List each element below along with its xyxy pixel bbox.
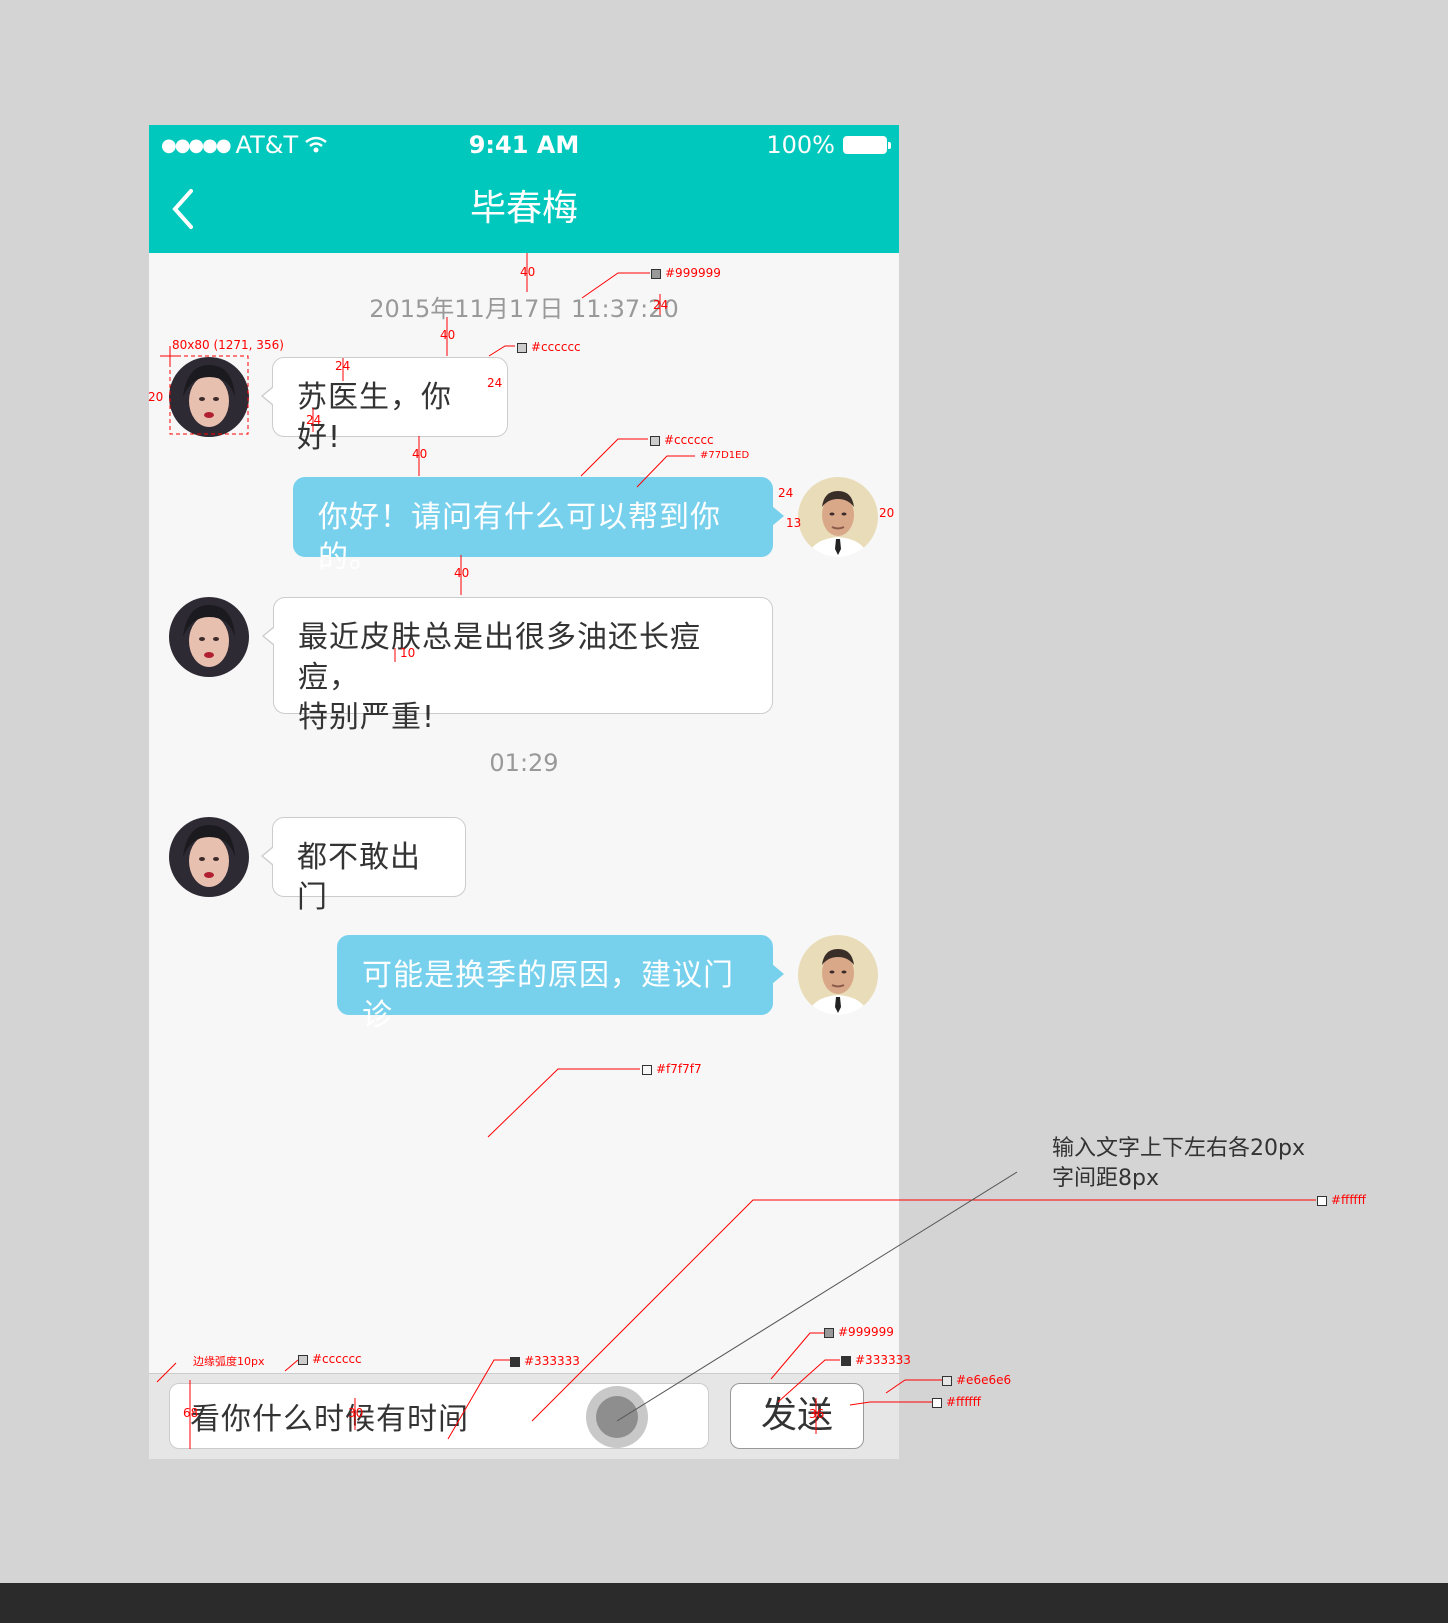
annotation-label: 68 xyxy=(183,1406,199,1420)
annotation-label: 80x80 (1271, 356) xyxy=(172,338,284,352)
color-swatch xyxy=(298,1354,308,1365)
annotation-label: 36 xyxy=(809,1407,825,1421)
status-bar: ●●●●● AT&T 9:41 AM 100% xyxy=(149,125,899,165)
annotation-label: 20 xyxy=(879,506,895,520)
annotation-label: 10 xyxy=(400,646,416,660)
message-bubble-incoming[interactable]: 都不敢出门 xyxy=(261,817,466,915)
battery-percent: 100% xyxy=(766,131,835,159)
color-swatch xyxy=(517,342,527,353)
annotation-label: #cccccc xyxy=(650,433,714,447)
annotation-label: #ffffff xyxy=(932,1395,981,1409)
annotation-note: 输入文字上下左右各20px 字间距8px xyxy=(1052,1134,1305,1194)
message-text-line: 最近皮肤总是出很多油还长痘痘， xyxy=(298,620,701,695)
annotation-label: #999999 xyxy=(651,266,721,280)
patient-avatar[interactable] xyxy=(169,817,249,897)
annotation-label: 40 xyxy=(454,566,470,580)
timestamp: 2015年11月17日 11:37:20 xyxy=(369,295,679,323)
color-swatch xyxy=(824,1327,834,1338)
annotation-label: #999999 xyxy=(824,1325,894,1339)
voice-record-button[interactable] xyxy=(586,1386,648,1448)
annotation-label: 24 xyxy=(653,298,669,312)
annotation-label: 24 xyxy=(778,486,794,500)
message-text: 你好！请问有什么可以帮到你的。 xyxy=(318,500,721,575)
annotation-note-line: 字间距8px xyxy=(1052,1166,1159,1191)
annotation-label: 24 xyxy=(306,413,322,427)
annotation-label: #e6e6e6 xyxy=(942,1373,1011,1387)
message-bubble-incoming[interactable]: 最近皮肤总是出很多油还长痘痘， 特别严重! xyxy=(262,597,773,735)
annotation-label: 40 xyxy=(440,328,456,342)
color-swatch xyxy=(942,1375,952,1386)
patient-avatar[interactable] xyxy=(169,597,249,677)
timestamp: 01:29 xyxy=(489,749,559,777)
annotation-label: 13 xyxy=(786,516,802,530)
message-text: 都不敢出门 xyxy=(297,840,421,915)
annotation-label: 40 xyxy=(412,447,428,461)
annotation-label: #ffffff xyxy=(1317,1193,1366,1207)
annotation-label: #77D1ED xyxy=(700,450,750,461)
annotation-label: #cccccc xyxy=(298,1352,362,1366)
color-swatch xyxy=(650,435,660,446)
color-swatch xyxy=(510,1356,520,1367)
input-bar: 发送 xyxy=(149,1373,899,1459)
contact-name-title: 毕春梅 xyxy=(469,188,578,229)
color-swatch xyxy=(1317,1195,1327,1206)
message-bubble-outgoing[interactable]: 可能是换季的原因，建议门诊 xyxy=(337,935,784,1033)
color-swatch xyxy=(841,1355,851,1366)
battery-icon xyxy=(843,136,891,154)
message-text: 可能是换季的原因，建议门诊 xyxy=(362,958,734,1033)
doctor-avatar[interactable] xyxy=(798,477,878,557)
microphone-dot-icon xyxy=(596,1396,638,1438)
send-button[interactable]: 发送 xyxy=(730,1383,864,1449)
annotation-label: 20 xyxy=(148,390,164,404)
bottom-dark-bar xyxy=(0,1583,1448,1623)
message-text-line: 特别严重! xyxy=(298,700,436,735)
annotation-label: 40 xyxy=(520,265,536,279)
doctor-avatar[interactable] xyxy=(798,935,878,1015)
color-swatch xyxy=(932,1397,942,1408)
annotation-label: #cccccc xyxy=(517,340,581,354)
annotation-label: 24 xyxy=(335,359,351,373)
message-bubble-outgoing[interactable]: 你好！请问有什么可以帮到你的。 xyxy=(293,477,784,575)
annotation-label: #f7f7f7 xyxy=(642,1062,702,1076)
annotation-label: 30 xyxy=(348,1406,364,1420)
annotation-label: #333333 xyxy=(841,1353,911,1367)
nav-bar: 毕春梅 xyxy=(149,165,899,253)
annotation-label: #333333 xyxy=(510,1354,580,1368)
color-swatch xyxy=(642,1064,652,1075)
annotation-label: 边缘弧度10px xyxy=(193,1355,265,1368)
phone-screen: ●●●●● AT&T 9:41 AM 100% 毕春梅 2015年11月17日 … xyxy=(149,125,899,1459)
annotation-note-line: 输入文字上下左右各20px xyxy=(1052,1136,1305,1161)
color-swatch xyxy=(651,268,661,279)
annotation-label: 24 xyxy=(487,376,503,390)
patient-avatar[interactable] xyxy=(169,357,249,437)
